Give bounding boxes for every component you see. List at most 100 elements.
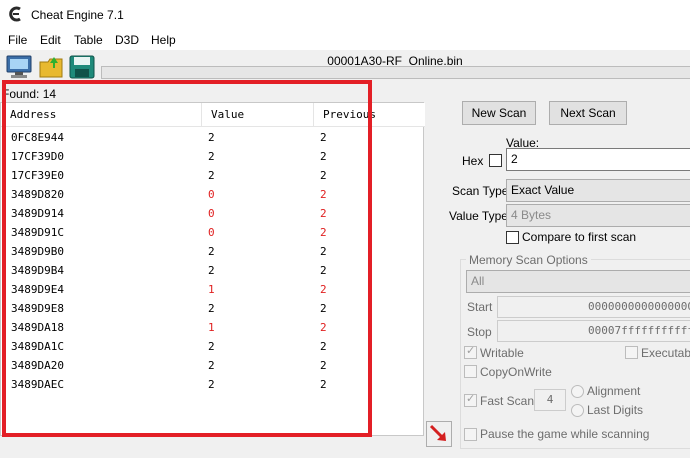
progress-bar [101, 66, 690, 79]
table-row[interactable]: 3489DA1C 2 2 [1, 338, 425, 357]
address-cell: 3489DAEC [11, 378, 64, 391]
table-row[interactable]: 0FC8E944 2 2 [1, 129, 425, 148]
scan-type-label: Scan Type [452, 184, 509, 198]
last-digits-radio[interactable] [571, 404, 584, 417]
title-bar: Cheat Engine 7.1 [0, 0, 690, 30]
table-row[interactable]: 3489DAEC 2 2 [1, 376, 425, 395]
value-cell: 0 [208, 207, 215, 220]
previous-cell: 2 [320, 321, 327, 334]
value-cell: 2 [208, 359, 215, 372]
value-type-select[interactable]: 4 Bytes [506, 204, 690, 227]
value-input[interactable]: 2 [506, 148, 690, 171]
menu-help[interactable]: Help [151, 33, 176, 47]
previous-cell: 2 [320, 169, 327, 182]
table-row[interactable]: 3489D9B0 2 2 [1, 243, 425, 262]
table-row[interactable]: 3489D9E4 1 2 [1, 281, 425, 300]
column-value[interactable]: Value [202, 103, 314, 127]
table-row[interactable]: 3489DA18 1 2 [1, 319, 425, 338]
value-cell: 0 [208, 188, 215, 201]
menu-file[interactable]: File [8, 33, 27, 47]
red-arrow-icon [429, 424, 446, 441]
menu-d3d[interactable]: D3D [115, 33, 139, 47]
previous-cell: 2 [320, 188, 327, 201]
address-cell: 17CF39D0 [11, 150, 64, 163]
value-cell: 2 [208, 264, 215, 277]
pause-game-checkbox[interactable] [464, 428, 477, 441]
table-row[interactable]: 3489D9E8 2 2 [1, 300, 425, 319]
fast-scan-checkbox[interactable] [464, 392, 477, 407]
value-cell: 1 [208, 321, 215, 334]
stop-address-input[interactable]: 00007fffffffffff [497, 320, 690, 342]
value-cell: 2 [208, 340, 215, 353]
previous-cell: 2 [320, 245, 327, 258]
next-scan-button[interactable]: Next Scan [549, 101, 627, 125]
value-cell: 1 [208, 283, 215, 296]
previous-cell: 2 [320, 283, 327, 296]
new-scan-button[interactable]: New Scan [462, 101, 536, 125]
table-row[interactable]: 17CF39E0 2 2 [1, 167, 425, 186]
add-to-list-button[interactable] [426, 421, 452, 447]
memory-scan-options-title: Memory Scan Options [466, 253, 591, 267]
previous-cell: 2 [320, 359, 327, 372]
writable-checkbox[interactable] [464, 344, 477, 359]
address-cell: 3489D9B4 [11, 264, 64, 277]
open-file-button[interactable] [38, 54, 66, 80]
menu-bar: File Edit Table D3D Help [0, 30, 690, 50]
last-digits-label: Last Digits [587, 403, 644, 417]
compare-first-checkbox[interactable] [506, 231, 519, 244]
hex-checkbox[interactable] [489, 154, 502, 167]
previous-cell: 2 [320, 131, 327, 144]
table-row[interactable]: 17CF39D0 2 2 [1, 148, 425, 167]
address-cell: 3489DA18 [11, 321, 64, 334]
address-cell: 17CF39E0 [11, 169, 64, 182]
table-row[interactable]: 3489D820 0 2 [1, 186, 425, 205]
table-row[interactable]: 3489DA20 2 2 [1, 357, 425, 376]
results-header: Address Value Previous [1, 103, 425, 127]
column-previous[interactable]: Previous [314, 103, 425, 127]
copyonwrite-label: CopyOnWrite [480, 365, 552, 379]
window-title: Cheat Engine 7.1 [31, 8, 124, 22]
address-cell: 3489D9E4 [11, 283, 64, 296]
table-row[interactable]: 3489D9B4 2 2 [1, 262, 425, 281]
compare-first-label: Compare to first scan [522, 230, 637, 244]
value-cell: 2 [208, 302, 215, 315]
value-cell: 2 [208, 169, 215, 182]
previous-cell: 2 [320, 302, 327, 315]
value-cell: 2 [208, 245, 215, 258]
previous-cell: 2 [320, 226, 327, 239]
table-row[interactable]: 3489D914 0 2 [1, 205, 425, 224]
fast-scan-value-input[interactable]: 4 [534, 389, 566, 411]
address-cell: 0FC8E944 [11, 131, 64, 144]
address-cell: 3489D9E8 [11, 302, 64, 315]
alignment-radio[interactable] [571, 385, 584, 398]
previous-cell: 2 [320, 207, 327, 220]
previous-cell: 2 [320, 378, 327, 391]
address-cell: 3489DA20 [11, 359, 64, 372]
alignment-label: Alignment [587, 384, 641, 398]
previous-cell: 2 [320, 340, 327, 353]
copyonwrite-checkbox[interactable] [464, 365, 477, 378]
results-list[interactable]: Address Value Previous 0FC8E944 2 2 17CF39D… [0, 102, 425, 436]
column-address[interactable]: Address [1, 103, 202, 127]
address-cell: 3489D9B0 [11, 245, 64, 258]
table-row[interactable]: 3489D91C 0 2 [1, 224, 425, 243]
hex-label: Hex [462, 154, 484, 168]
scan-type-select[interactable]: Exact Value [506, 179, 690, 202]
executable-checkbox[interactable] [625, 346, 638, 359]
save-file-button[interactable] [68, 54, 96, 80]
open-process-button[interactable] [5, 54, 33, 80]
stop-label: Stop [467, 325, 492, 339]
memory-region-select[interactable]: All [466, 270, 690, 293]
menu-edit[interactable]: Edit [40, 33, 61, 47]
value-cell: 2 [208, 131, 215, 144]
address-cell: 3489DA1C [11, 340, 64, 353]
value-cell: 2 [208, 150, 215, 163]
executable-label: Executable [641, 346, 690, 360]
previous-cell: 2 [320, 264, 327, 277]
start-address-input[interactable]: 0000000000000000 [497, 296, 690, 318]
previous-cell: 2 [320, 150, 327, 163]
writable-label: Writable [480, 346, 524, 360]
fast-scan-label: Fast Scan [480, 394, 535, 408]
menu-table[interactable]: Table [74, 33, 103, 47]
address-cell: 3489D914 [11, 207, 64, 220]
